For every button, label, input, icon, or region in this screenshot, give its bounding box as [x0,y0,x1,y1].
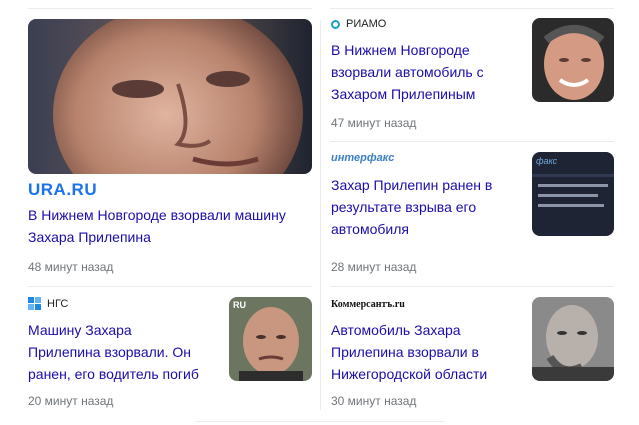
headline-line: Захара Прилепина [28,229,151,245]
source-label: РИАМО [331,18,386,30]
face-photo-icon [532,18,614,102]
kommersant-logo: Коммерсантъ.ru [331,299,405,310]
thumbnail[interactable] [532,297,614,381]
headline-line: Захаром Прилепиным [331,86,476,102]
headline-line: автомобиля [331,221,409,237]
source-label: интерфакс [331,152,394,164]
thumbnail[interactable]: RU [229,297,312,381]
source-name: НГС [47,297,69,310]
thumbnail[interactable]: факс [532,152,614,236]
top-divider-right [330,8,614,9]
headline-line: В Нижнем Новгороде взорвали машину [28,207,286,223]
source-logo-ura: URA.RU [28,180,98,199]
headline-line: Автомобиль Захара [331,322,461,338]
timestamp: 47 минут назад [331,116,417,130]
row-divider-right-1 [330,141,614,142]
riamo-logo-icon [331,19,340,29]
headline[interactable]: Машину Захара Прилепина взорвали. Он ран… [28,319,218,385]
headline-line: Прилепина взорвали в [331,344,479,360]
headline-line: Нижегородской области [331,366,488,382]
face-photo-icon [532,297,614,381]
row-divider-left [28,286,312,287]
face-photo-icon [28,19,312,174]
top-divider [28,8,312,9]
source-name: РИАМО [346,18,387,30]
thumbnail-badge: RU [233,300,246,310]
headline[interactable]: Захар Прилепин ранен в результате взрыва… [331,174,521,240]
timestamp: 28 минут назад [331,260,417,274]
headline-line: Захар Прилепин ранен в [331,177,493,193]
headline[interactable]: В Нижнем Новгороде взорвали машину Захар… [28,204,312,248]
timestamp: 20 минут назад [28,394,114,408]
hero-image[interactable] [28,19,312,174]
interfax-logo: интерфакс [331,152,395,164]
headline[interactable]: В Нижнем Новгороде взорвали автомобиль с… [331,39,521,105]
row-divider-right-2 [330,286,614,287]
ngs-logo-icon [28,297,41,310]
column-divider [320,20,321,410]
headline-line: результате взрыва его [331,199,477,215]
timestamp: 30 минут назад [331,394,417,408]
headline-line: В Нижнем Новгороде [331,42,470,58]
bottom-divider [195,421,445,422]
headline[interactable]: Автомобиль Захара Прилепина взорвали в Н… [331,319,521,385]
headline-line: ранен, его водитель погиб [28,366,199,382]
timestamp: 48 минут назад [28,260,114,274]
thumbnail-badge: факс [536,156,558,166]
source-label: Коммерсантъ.ru [331,299,405,310]
thumbnail[interactable] [532,18,614,102]
source-label: НГС [28,297,68,310]
headline-line: взорвали автомобиль с [331,64,484,80]
headline-line: Машину Захара [28,322,132,338]
headline-line: Прилепина взорвали. Он [28,344,192,360]
